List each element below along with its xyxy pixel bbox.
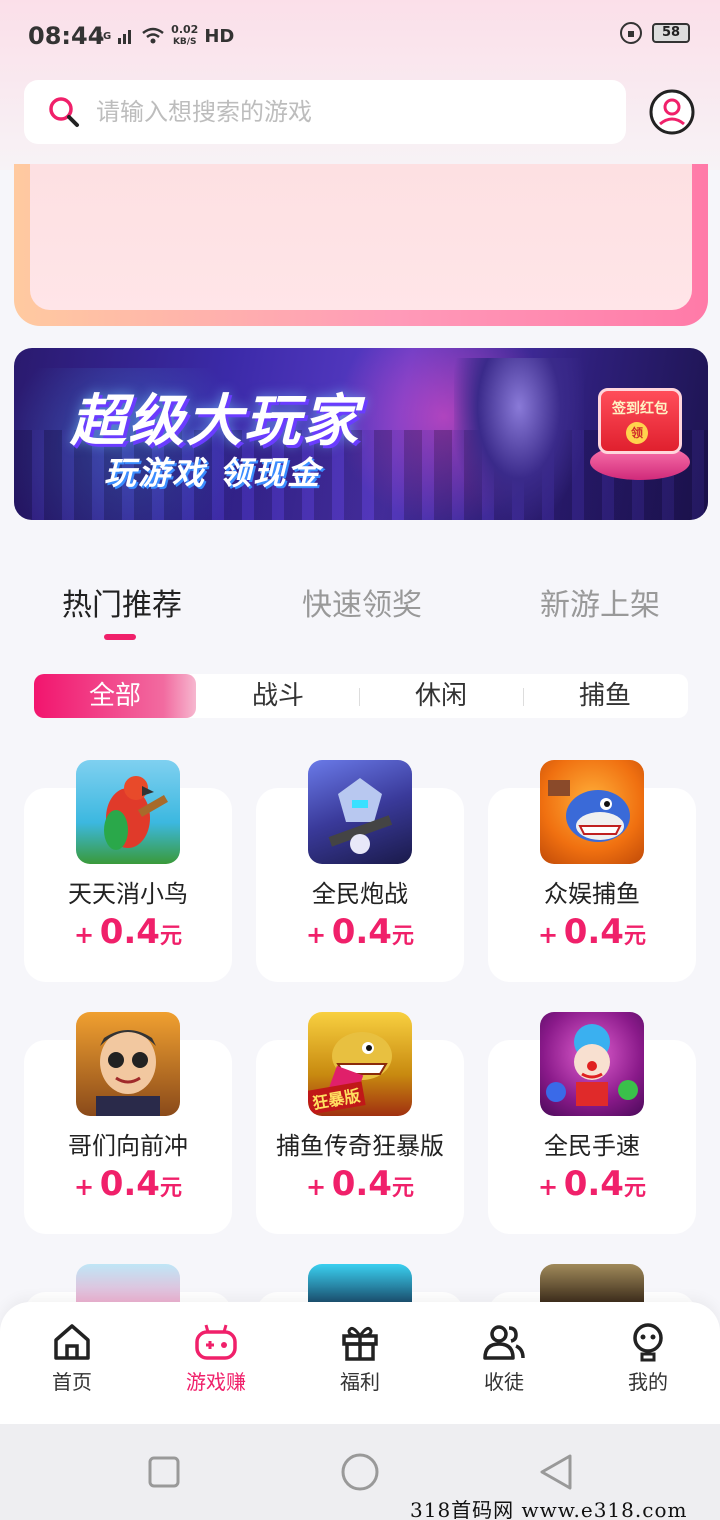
search-bar[interactable]	[24, 80, 626, 144]
nav-home-label: 首页	[52, 1370, 92, 1394]
clown-game-icon[interactable]	[540, 1012, 644, 1116]
nav-apprentice[interactable]: 收徒	[454, 1322, 554, 1412]
filter-battle[interactable]: 战斗	[197, 674, 359, 718]
search-input[interactable]	[96, 92, 596, 132]
network-speed: 0.02 KB/S	[171, 24, 198, 48]
gold-shark-game-icon[interactable]: 狂暴版	[308, 1012, 412, 1116]
game-reward: + 0.4元	[74, 1164, 182, 1204]
category-filter: 全部 战斗 休闲 捕鱼	[34, 674, 688, 718]
watermark-text: 318首码网 www.e318.com	[410, 1498, 688, 1520]
users-icon	[483, 1325, 525, 1360]
nav-welfare-label: 福利	[340, 1370, 380, 1394]
signal-icon	[118, 30, 132, 44]
game-reward: + 0.4元	[74, 912, 182, 952]
parrot-game-icon[interactable]	[76, 760, 180, 864]
ancient-lady-game-icon[interactable]	[540, 1264, 644, 1304]
filter-casual[interactable]: 休闲	[360, 674, 522, 718]
status-time: 08:44	[28, 22, 105, 50]
recent-apps-icon[interactable]	[148, 1456, 180, 1488]
cartoon-man-game-icon[interactable]	[76, 1012, 180, 1116]
game-name: 天天消小鸟	[68, 880, 188, 908]
game-reward: + 0.4元	[306, 912, 414, 952]
signin-redpack-button[interactable]: 签到红包 领	[590, 388, 690, 480]
game-name: 全民炮战	[312, 880, 408, 908]
status-right: 58	[620, 22, 690, 44]
shark-game-icon[interactable]	[308, 1264, 412, 1304]
shark-fishing-game-icon[interactable]	[540, 760, 644, 864]
redpack-label: 签到红包	[612, 401, 668, 417]
network-type: 4G	[96, 30, 112, 42]
search-icon[interactable]	[48, 96, 80, 128]
active-tab-indicator	[104, 634, 136, 640]
wifi-icon	[142, 27, 164, 44]
game-reward: + 0.4元	[538, 1164, 646, 1204]
nav-welfare[interactable]: 福利	[310, 1322, 410, 1412]
user-avatar-icon[interactable]	[648, 88, 696, 136]
nav-home[interactable]: 首页	[22, 1322, 122, 1412]
bottom-navigation: 首页 游戏赚 福利 收徒 我的	[0, 1302, 720, 1424]
tab-hot-recommend[interactable]: 热门推荐	[62, 580, 182, 624]
game-reward: + 0.4元	[306, 1164, 414, 1204]
nav-game-earn[interactable]: 游戏赚	[166, 1322, 266, 1412]
back-icon[interactable]	[538, 1452, 574, 1492]
game-name: 捕鱼传奇狂暴版	[276, 1132, 444, 1160]
status-icons: 4G 0.02 KB/S HD	[96, 24, 234, 48]
battery-icon: 58	[652, 23, 690, 43]
banner-title: 超级大玩家	[70, 389, 360, 454]
hd-indicator: HD	[204, 25, 235, 47]
robot-warrior-game-icon[interactable]	[308, 760, 412, 864]
game-name: 众娱捕鱼	[544, 880, 640, 908]
game-name: 哥们向前冲	[68, 1132, 188, 1160]
redpack-coin: 领	[626, 422, 648, 444]
tab-new-games[interactable]: 新游上架	[540, 580, 660, 624]
promo-card-inner	[30, 164, 692, 310]
gift-icon	[342, 1326, 378, 1361]
pink-pig-game-icon[interactable]	[76, 1264, 180, 1304]
home-icon	[54, 1324, 90, 1360]
nav-apprentice-label: 收徒	[484, 1370, 524, 1394]
game-name: 全民手速	[544, 1132, 640, 1160]
gamepad-icon	[195, 1324, 237, 1360]
nav-mine[interactable]: 我的	[598, 1322, 698, 1412]
promo-banner[interactable]: 超级大玩家 玩游戏 领现金 签到红包 领	[14, 348, 708, 520]
rotation-lock-icon	[620, 22, 642, 44]
speed-unit: KB/S	[172, 37, 197, 47]
profile-icon	[633, 1323, 663, 1362]
speed-value: 0.02	[171, 23, 199, 36]
banner-character-image	[454, 358, 584, 520]
banner-subtitle: 玩游戏 领现金	[104, 454, 322, 492]
filter-all[interactable]: 全部	[34, 674, 196, 718]
nav-game-earn-label: 游戏赚	[186, 1370, 246, 1394]
tab-quick-reward[interactable]: 快速领奖	[302, 580, 422, 624]
nav-mine-label: 我的	[628, 1370, 668, 1394]
game-reward: + 0.4元	[538, 912, 646, 952]
promo-card[interactable]	[14, 164, 708, 326]
filter-fishing[interactable]: 捕鱼	[524, 674, 686, 718]
home-button-icon[interactable]	[340, 1452, 380, 1492]
